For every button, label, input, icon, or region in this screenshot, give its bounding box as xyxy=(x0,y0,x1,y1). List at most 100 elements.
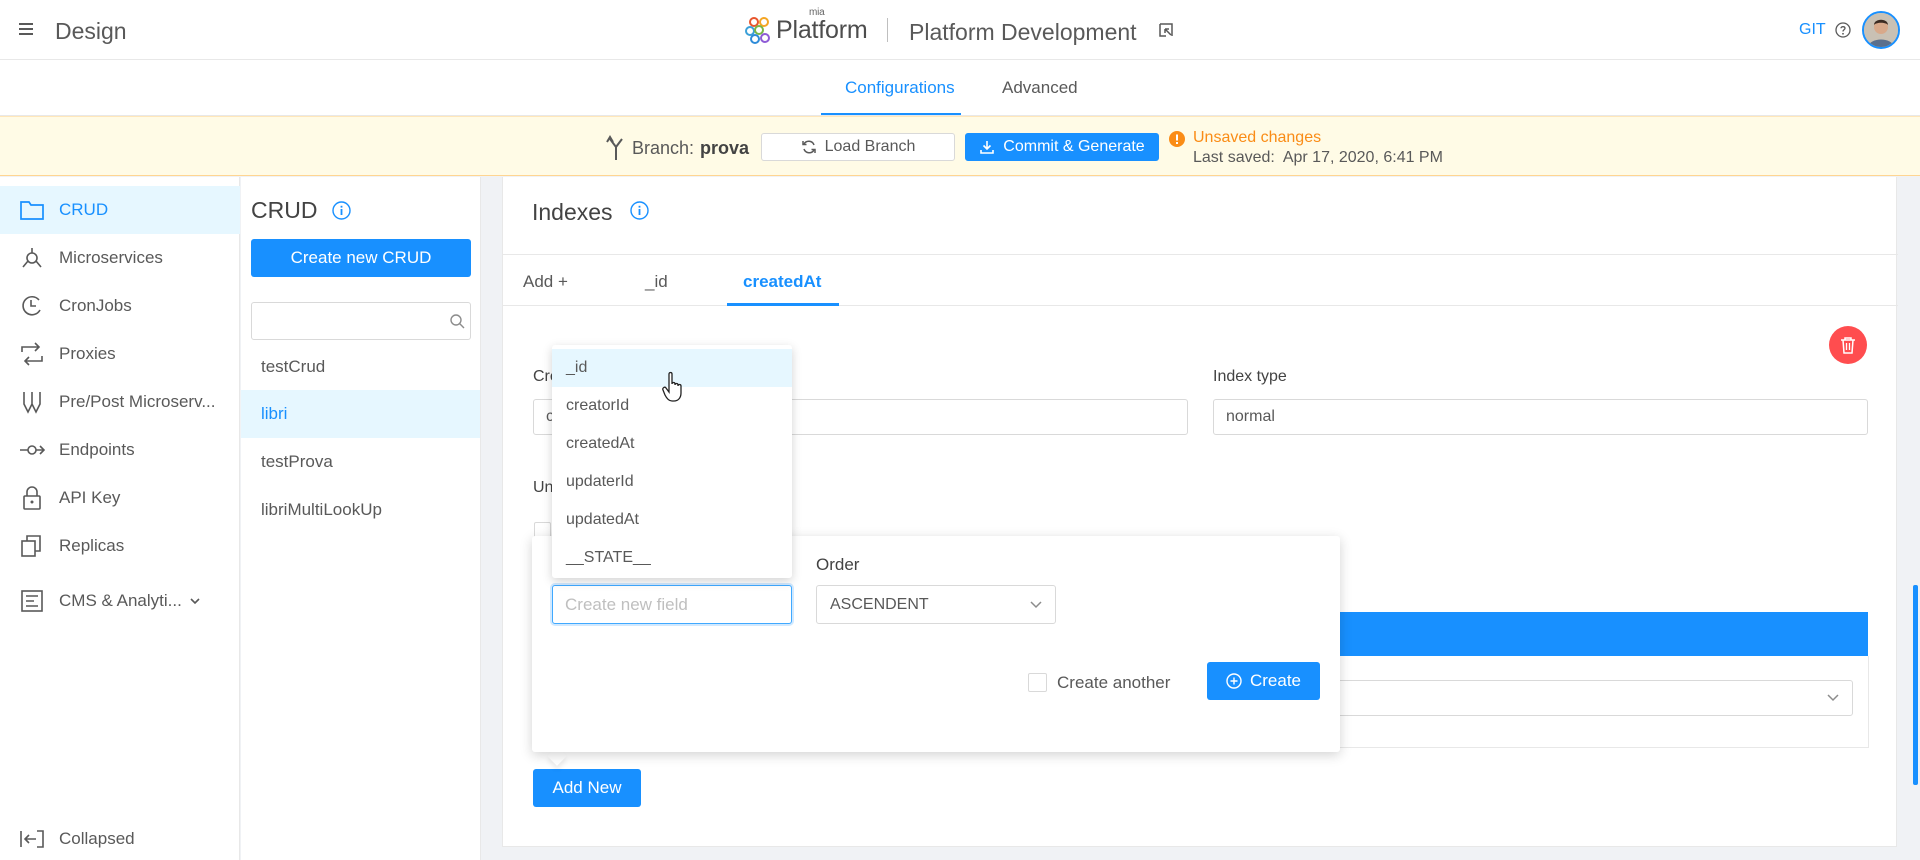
create-new-field-input[interactable] xyxy=(553,586,791,623)
menu-icon[interactable] xyxy=(18,20,36,38)
sidebar-item-label: CRUD xyxy=(59,200,109,219)
tabs-divider xyxy=(503,305,1898,306)
sidebar-item-label: Microservices xyxy=(59,248,163,267)
sidebar-collapse-toggle[interactable]: Collapsed xyxy=(0,815,240,860)
dropdown-option[interactable]: _id xyxy=(552,349,792,387)
crud-list-item[interactable]: testProva xyxy=(241,438,480,486)
dropdown-option[interactable]: createdAt xyxy=(552,425,792,463)
create-another-checkbox[interactable] xyxy=(1028,673,1047,692)
create-new-crud-button[interactable]: Create new CRUD xyxy=(251,239,471,277)
sidebar-item-label: CronJobs xyxy=(59,296,132,315)
top-header: Design mia Platform Platform Development… xyxy=(0,0,1920,60)
field-input-wrapper xyxy=(552,585,792,624)
dropdown-option[interactable]: creatorId xyxy=(552,387,792,425)
crud-list-panel: CRUD Create new CRUD testCrud libri test… xyxy=(241,177,481,860)
lock-icon xyxy=(23,486,41,510)
brand-small-text: mia xyxy=(809,6,825,18)
proxies-icon xyxy=(21,342,43,366)
tab-add-index[interactable]: Add + xyxy=(523,272,568,292)
search-icon[interactable] xyxy=(450,314,465,329)
create-another-label[interactable]: Create another xyxy=(1057,673,1170,693)
tab-index-id[interactable]: _id xyxy=(645,272,668,292)
sidebar-item-label: Replicas xyxy=(59,536,125,555)
add-new-field-button[interactable]: Add New xyxy=(533,769,641,807)
order-select[interactable]: ASCENDENT xyxy=(816,585,1056,624)
load-branch-button[interactable]: Load Branch xyxy=(761,133,955,161)
brand-name: Platform xyxy=(776,15,868,44)
chevron-down-icon xyxy=(1827,694,1839,702)
sidebar-item-endpoints[interactable]: Endpoints xyxy=(0,426,240,474)
trash-icon xyxy=(1841,337,1855,354)
sidebar-item-label: Pre/Post Microserv... xyxy=(59,392,216,411)
folder-icon xyxy=(20,201,44,220)
sidebar-item-microservices[interactable]: Microservices xyxy=(0,234,240,282)
help-icon[interactable] xyxy=(1835,22,1851,38)
dropdown-option[interactable]: __STATE__ xyxy=(552,539,792,577)
git-link[interactable]: GIT xyxy=(1799,21,1826,39)
tab-index-createdat[interactable]: createdAt xyxy=(743,272,821,292)
crud-list-item[interactable]: libriMultiLookUp xyxy=(241,486,480,534)
microservices-icon xyxy=(22,248,42,268)
sidebar-item-label: API Key xyxy=(59,488,121,507)
project-name[interactable]: Platform Development xyxy=(909,19,1137,46)
info-icon[interactable] xyxy=(630,201,649,220)
last-saved: Last saved: Apr 17, 2020, 6:41 PM xyxy=(1193,149,1443,167)
sidebar-item-label: CMS & Analyti... xyxy=(59,591,182,610)
sidebar-item-prepost[interactable]: Pre/Post Microserv... xyxy=(0,378,240,426)
sidebar-item-replicas[interactable]: Replicas xyxy=(0,522,240,570)
crud-search xyxy=(251,302,471,340)
commit-generate-button[interactable]: Commit & Generate xyxy=(965,133,1159,161)
collapse-icon xyxy=(20,830,44,848)
sidebar-item-cms-analytics[interactable]: CMS & Analyti... xyxy=(0,577,240,625)
sidebar-item-proxies[interactable]: Proxies xyxy=(0,330,240,378)
decorators-icon xyxy=(23,392,41,414)
crud-panel-title: CRUD xyxy=(251,197,318,223)
dropdown-option[interactable]: updatedAt xyxy=(552,501,792,539)
sidebar-item-cronjobs[interactable]: CronJobs xyxy=(0,282,240,330)
dropdown-option[interactable]: updaterId xyxy=(552,463,792,501)
unique-label: Un xyxy=(533,479,554,496)
scrollbar-thumb[interactable] xyxy=(1913,585,1918,785)
chevron-down-icon xyxy=(190,598,200,605)
branch-name: prova xyxy=(700,138,750,158)
indexes-title: Indexes xyxy=(532,199,613,225)
mia-platform-logo-icon xyxy=(745,17,770,44)
user-avatar[interactable] xyxy=(1862,11,1900,49)
order-label: Order xyxy=(816,555,860,574)
active-tab-indicator xyxy=(727,303,839,306)
active-tab-indicator xyxy=(821,113,961,115)
brand-logo[interactable]: mia Platform xyxy=(745,6,868,50)
create-field-label: Create xyxy=(1249,671,1302,690)
sidebar-item-api-key[interactable]: API Key xyxy=(0,474,240,522)
delete-index-button[interactable] xyxy=(1829,326,1867,364)
download-icon xyxy=(980,141,995,154)
external-link-icon[interactable] xyxy=(1158,22,1174,38)
sidebar-item-crud[interactable]: CRUD xyxy=(0,186,240,234)
commit-generate-label: Commit & Generate xyxy=(1003,138,1145,155)
main-tabs: Configurations Advanced xyxy=(0,60,1920,116)
crud-list-item[interactable]: testCrud xyxy=(241,343,480,391)
warning-icon xyxy=(1169,131,1185,147)
sidebar: CRUD Microservices CronJobs Proxies Pre/… xyxy=(0,177,240,860)
collapse-label: Collapsed xyxy=(59,829,135,848)
crud-search-input[interactable] xyxy=(252,303,432,339)
sidebar-item-label: Proxies xyxy=(59,344,116,363)
app-title: Design xyxy=(55,18,127,44)
info-icon[interactable] xyxy=(332,201,351,220)
sidebar-item-label: Endpoints xyxy=(59,440,135,459)
index-type-value: normal xyxy=(1226,408,1275,425)
load-branch-label: Load Branch xyxy=(824,138,916,155)
index-type-select[interactable]: normal xyxy=(1213,399,1868,435)
create-field-button[interactable]: Create xyxy=(1207,662,1320,700)
sync-icon xyxy=(801,140,816,154)
cms-icon xyxy=(21,590,43,612)
crud-list-item[interactable]: libri xyxy=(241,390,480,438)
unsaved-changes-text: Unsaved changes xyxy=(1193,129,1322,146)
tab-configurations[interactable]: Configurations xyxy=(845,78,955,98)
branch-bar: Branch: prova Load Branch Commit & Gener… xyxy=(0,116,1920,176)
cronjobs-icon xyxy=(22,295,41,316)
tab-advanced[interactable]: Advanced xyxy=(1002,78,1078,98)
card-divider xyxy=(503,254,1898,255)
field-dropdown: _id creatorId createdAt updaterId update… xyxy=(552,345,792,578)
last-saved-label: Last saved: xyxy=(1193,149,1275,166)
